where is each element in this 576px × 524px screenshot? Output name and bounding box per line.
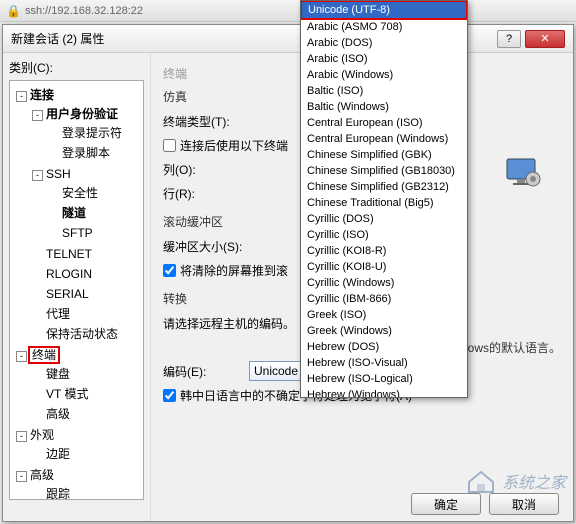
encoding-option[interactable]: Chinese Simplified (GBK): [301, 147, 467, 163]
encoding-option[interactable]: Hebrew (ISO-Logical): [301, 371, 467, 387]
lock-icon: 🔒: [6, 4, 21, 18]
tree-margin[interactable]: 边距: [30, 444, 139, 464]
tree-keyboard[interactable]: 键盘: [30, 364, 139, 384]
connection-path: ssh://192.168.32.128:22: [25, 5, 143, 17]
encoding-option[interactable]: Baltic (ISO): [301, 83, 467, 99]
encoding-option[interactable]: Chinese Traditional (Big5): [301, 195, 467, 211]
encoding-option[interactable]: Greek (Windows): [301, 323, 467, 339]
help-button[interactable]: ?: [497, 30, 521, 48]
label-remote-encoding: 请选择远程主机的编码。: [163, 315, 295, 332]
encoding-option[interactable]: Chinese Simplified (GB2312): [301, 179, 467, 195]
close-button[interactable]: ✕: [525, 30, 565, 48]
tree-terminal[interactable]: -终端 键盘 VT 模式 高级: [14, 345, 141, 425]
encoding-option[interactable]: Arabic (ASMO 708): [301, 19, 467, 35]
monitor-settings-icon: [503, 153, 543, 193]
category-panel: 类别(C): -连接 -用户身份验证 登录提示符 登录脚本 -SSH: [3, 53, 151, 521]
tree-sftp[interactable]: SFTP: [46, 223, 137, 243]
dialog-title: 新建会话 (2) 属性: [11, 30, 104, 47]
checkbox-useterm[interactable]: [163, 139, 176, 152]
tree-serial[interactable]: SERIAL: [30, 284, 139, 304]
label-bufsize: 缓冲区大小(S):: [163, 238, 243, 255]
encoding-option[interactable]: Greek (ISO): [301, 307, 467, 323]
encoding-option[interactable]: Cyrillic (IBM-866): [301, 291, 467, 307]
properties-dialog: 新建会话 (2) 属性 ? ✕ 类别(C): -连接 -用户身份验证 登录提示符…: [2, 24, 574, 522]
category-tree[interactable]: -连接 -用户身份验证 登录提示符 登录脚本 -SSH 安全性: [9, 80, 144, 500]
label-termtype: 终端类型(T):: [163, 113, 243, 130]
tree-login-prompt[interactable]: 登录提示符: [46, 123, 137, 143]
encoding-option[interactable]: Arabic (ISO): [301, 51, 467, 67]
tree-tunnel[interactable]: 隧道: [46, 203, 137, 223]
label-pushclear: 将清除的屏幕推到滚: [180, 262, 288, 279]
encoding-option[interactable]: Cyrillic (ISO): [301, 227, 467, 243]
encoding-option[interactable]: Hebrew (ISO-Visual): [301, 355, 467, 371]
tree-security[interactable]: 安全性: [46, 183, 137, 203]
watermark-text: 系统之家: [502, 469, 566, 493]
dialog-titlebar: 新建会话 (2) 属性 ? ✕: [3, 25, 573, 53]
encoding-option[interactable]: Chinese Simplified (GB18030): [301, 163, 467, 179]
tree-login-script[interactable]: 登录脚本: [46, 143, 137, 163]
tree-vtmode[interactable]: VT 模式: [30, 384, 139, 404]
encoding-option[interactable]: Central European (Windows): [301, 131, 467, 147]
cancel-button[interactable]: 取消: [489, 493, 559, 515]
tree-trace[interactable]: 跟踪: [30, 484, 139, 500]
tree-proxy[interactable]: 代理: [30, 304, 139, 324]
tree-telnet[interactable]: TELNET: [30, 244, 139, 264]
tree-keepalive[interactable]: 保持活动状态: [30, 324, 139, 344]
encoding-option[interactable]: Cyrillic (Windows): [301, 275, 467, 291]
tree-rlogin[interactable]: RLOGIN: [30, 264, 139, 284]
encoding-dropdown-list[interactable]: Unicode (UTF-8)Arabic (ASMO 708)Arabic (…: [300, 0, 468, 398]
ok-button[interactable]: 确定: [411, 493, 481, 515]
tree-advanced2[interactable]: -高级 跟踪 日志记录: [14, 465, 141, 500]
label-cols: 列(O):: [163, 161, 243, 178]
encoding-option[interactable]: Arabic (Windows): [301, 67, 467, 83]
category-label: 类别(C):: [9, 59, 144, 76]
encoding-option[interactable]: Cyrillic (DOS): [301, 211, 467, 227]
encoding-option[interactable]: Central European (ISO): [301, 115, 467, 131]
tree-auth[interactable]: -用户身份验证 登录提示符 登录脚本: [30, 104, 139, 164]
encoding-option[interactable]: Cyrillic (KOI8-R): [301, 243, 467, 259]
encoding-option[interactable]: Arabic (DOS): [301, 35, 467, 51]
encoding-option[interactable]: Baltic (Windows): [301, 99, 467, 115]
label-rows: 行(R):: [163, 185, 243, 202]
watermark: 系统之家: [466, 468, 566, 494]
label-useterm: 连接后使用以下终端: [180, 137, 288, 154]
connection-bar: 🔒 ssh://192.168.32.128:22: [0, 0, 576, 22]
tree-advanced[interactable]: 高级: [30, 404, 139, 424]
tree-appearance[interactable]: -外观 边距: [14, 425, 141, 465]
tree-connection[interactable]: -连接 -用户身份验证 登录提示符 登录脚本 -SSH 安全性: [14, 85, 141, 345]
checkbox-cjk-wide[interactable]: [163, 389, 176, 402]
tree-ssh[interactable]: -SSH 安全性 隧道 SFTP: [30, 164, 139, 244]
encoding-option[interactable]: Hebrew (Windows): [301, 387, 467, 398]
label-encoding: 编码(E):: [163, 363, 243, 380]
checkbox-pushclear[interactable]: [163, 264, 176, 277]
label-default-lang: ows的默认语言。: [468, 339, 561, 356]
encoding-option[interactable]: Cyrillic (KOI8-U): [301, 259, 467, 275]
encoding-option[interactable]: Unicode (UTF-8): [300, 0, 468, 20]
house-logo-icon: [466, 468, 496, 494]
encoding-option[interactable]: Hebrew (DOS): [301, 339, 467, 355]
